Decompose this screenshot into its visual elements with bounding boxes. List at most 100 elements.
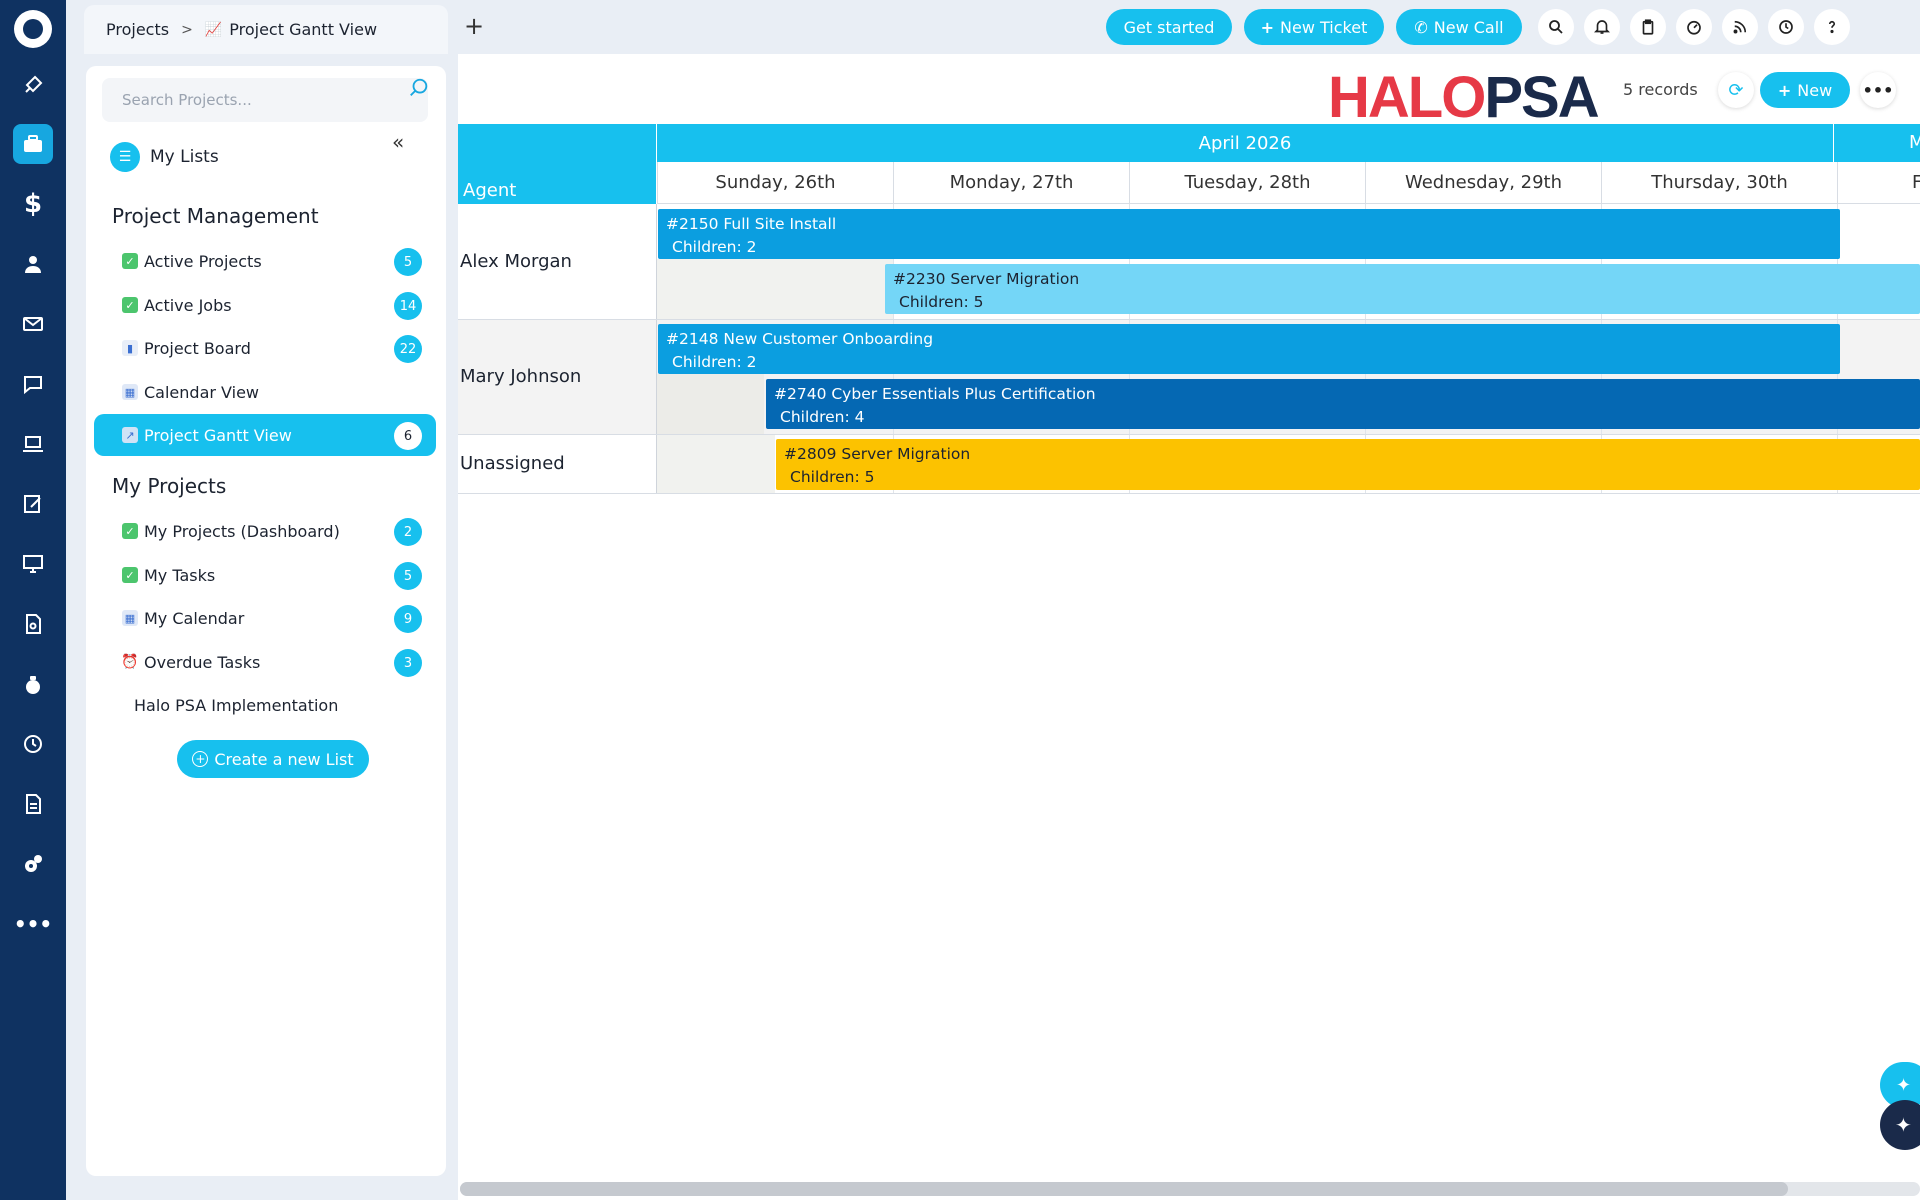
get-started-label: Get started xyxy=(1123,17,1215,37)
file-icon[interactable] xyxy=(13,784,53,824)
nav-item-my-calendar[interactable]: ▦ My Calendar 9 xyxy=(94,597,436,639)
breadcrumb-root[interactable]: Projects xyxy=(106,20,169,39)
gantt-icon: 📈 xyxy=(204,21,223,38)
new-call-button[interactable]: ✆ New Call xyxy=(1396,9,1522,45)
count-badge: 9 xyxy=(394,605,422,633)
agent-label: Alex Morgan xyxy=(460,251,572,272)
calendar-icon: ▦ xyxy=(122,384,138,400)
count-badge: 14 xyxy=(394,292,422,320)
horizontal-scrollbar-thumb[interactable] xyxy=(460,1182,1788,1196)
search-projects-input[interactable]: Search Projects... xyxy=(102,78,428,122)
add-tab-button[interactable]: + xyxy=(464,12,484,40)
create-new-list-button[interactable]: + Create a new List xyxy=(177,740,369,778)
shaded-cell xyxy=(657,374,764,434)
nav-item-my-tasks[interactable]: ✓ My Tasks 5 xyxy=(94,554,436,596)
month-header: April 2026 xyxy=(657,124,1833,162)
grid-line xyxy=(656,204,657,494)
my-lists-label: My Lists xyxy=(150,147,219,167)
records-count: 5 records xyxy=(1623,80,1698,99)
count-badge: 6 xyxy=(394,422,422,450)
envelope-icon[interactable] xyxy=(13,304,53,344)
new-ticket-button[interactable]: + New Ticket xyxy=(1244,9,1384,45)
main-content: HALOPSA 5 records ⟳ + New ••• Agent Apri… xyxy=(458,54,1920,1200)
new-ticket-label: New Ticket xyxy=(1280,17,1368,37)
nav-item-active-projects[interactable]: ✓ Active Projects 5 xyxy=(94,240,436,282)
dashboard-gauge-icon[interactable] xyxy=(1676,9,1712,45)
nav-item-my-projects-dashboard[interactable]: ✓ My Projects (Dashboard) 2 xyxy=(94,510,436,552)
rss-feed-icon[interactable] xyxy=(1722,9,1758,45)
shaded-cell xyxy=(657,434,775,493)
edit-icon[interactable] xyxy=(13,484,53,524)
agent-label: Unassigned xyxy=(460,453,565,474)
nav-item-halo-psa-implementation[interactable]: Halo PSA Implementation xyxy=(134,696,338,715)
gantt-bar[interactable]: #2740 Cyber Essentials Plus Certificatio… xyxy=(766,379,1920,429)
search-icon[interactable] xyxy=(1538,9,1574,45)
count-badge: 3 xyxy=(394,649,422,677)
breadcrumb[interactable]: Projects > 📈 Project Gantt View xyxy=(84,5,448,54)
list-icon: ☰ xyxy=(110,142,140,172)
nav-item-label: Project Gantt View xyxy=(144,425,292,445)
bar-children: Children: 4 xyxy=(780,408,865,426)
clock-icon[interactable] xyxy=(13,724,53,764)
breadcrumb-current: Project Gantt View xyxy=(229,20,378,39)
check-icon: ✓ xyxy=(122,523,138,539)
my-lists-header[interactable]: ☰ My Lists xyxy=(110,142,219,172)
dollar-icon[interactable]: $ xyxy=(13,184,53,224)
day-header: Wednesday, 29th xyxy=(1365,162,1601,204)
check-icon: ✓ xyxy=(122,297,138,313)
new-button[interactable]: + New xyxy=(1760,72,1850,108)
refresh-icon[interactable]: ⟳ xyxy=(1718,72,1754,108)
plus-icon: + xyxy=(1777,80,1792,100)
nav-item-label: My Projects (Dashboard) xyxy=(144,521,340,541)
briefcase-icon[interactable] xyxy=(13,124,53,164)
next-month-header: M xyxy=(1834,124,1920,162)
nav-item-label: Project Board xyxy=(144,338,251,358)
more-icon[interactable]: ••• xyxy=(13,904,53,944)
agent-label: Mary Johnson xyxy=(460,366,582,387)
monitor-icon[interactable] xyxy=(13,544,53,584)
get-started-button[interactable]: Get started xyxy=(1106,9,1232,45)
collapse-sidebar-icon[interactable]: « xyxy=(392,130,404,154)
new-call-label: New Call xyxy=(1433,17,1504,37)
calendar-icon: ▦ xyxy=(122,610,138,626)
count-badge: 22 xyxy=(394,335,422,363)
nav-item-label: Overdue Tasks xyxy=(144,652,261,672)
document-search-icon[interactable] xyxy=(13,604,53,644)
money-bag-icon[interactable] xyxy=(13,664,53,704)
bell-icon[interactable] xyxy=(1584,9,1620,45)
rocket-icon[interactable] xyxy=(13,65,53,105)
gantt-chart: Agent April 2026 M Sunday, 26th Monday, … xyxy=(458,124,1920,1124)
search-icon[interactable] xyxy=(408,77,430,99)
bar-chart-icon: ▮ xyxy=(122,340,138,356)
create-new-list-label: Create a new List xyxy=(214,749,354,769)
nav-item-active-jobs[interactable]: ✓ Active Jobs 14 xyxy=(94,284,436,326)
bar-title: #2230 Server Migration xyxy=(893,270,1080,288)
gantt-bar[interactable]: #2230 Server Migration Children: 5 xyxy=(885,264,1920,314)
history-clock-icon[interactable] xyxy=(1768,9,1804,45)
gantt-icon: ↗ xyxy=(122,427,138,443)
section-project-management: Project Management xyxy=(112,204,319,228)
grid-line xyxy=(458,434,1920,435)
grid-line xyxy=(458,319,1920,320)
gantt-bar[interactable]: #2809 Server Migration Children: 5 xyxy=(776,439,1920,490)
count-badge: 5 xyxy=(394,562,422,590)
gantt-bar[interactable]: #2148 New Customer Onboarding Children: … xyxy=(658,324,1840,374)
clipboard-icon[interactable] xyxy=(1630,9,1666,45)
gantt-bar[interactable]: #2150 Full Site Install Children: 2 xyxy=(658,209,1840,259)
nav-item-label: My Tasks xyxy=(144,565,216,585)
nav-item-calendar-view[interactable]: ▦ Calendar View xyxy=(94,371,436,413)
user-icon[interactable] xyxy=(13,244,53,284)
more-options-icon[interactable]: ••• xyxy=(1860,72,1896,108)
chat-icon[interactable] xyxy=(13,364,53,404)
logo-icon[interactable] xyxy=(14,10,52,48)
day-header: Tuesday, 28th xyxy=(1129,162,1365,204)
laptop-icon[interactable] xyxy=(13,424,53,464)
settings-icon[interactable] xyxy=(13,844,53,884)
help-icon[interactable] xyxy=(1814,9,1850,45)
nav-item-overdue-tasks[interactable]: ⏰ Overdue Tasks 3 xyxy=(94,641,436,683)
new-label: New xyxy=(1797,80,1833,100)
left-nav-rail: $ ••• xyxy=(0,0,66,1200)
nav-item-project-gantt-view[interactable]: ↗ Project Gantt View 6 xyxy=(94,414,436,456)
bar-title: #2150 Full Site Install xyxy=(666,215,837,233)
nav-item-project-board[interactable]: ▮ Project Board 22 xyxy=(94,327,436,369)
